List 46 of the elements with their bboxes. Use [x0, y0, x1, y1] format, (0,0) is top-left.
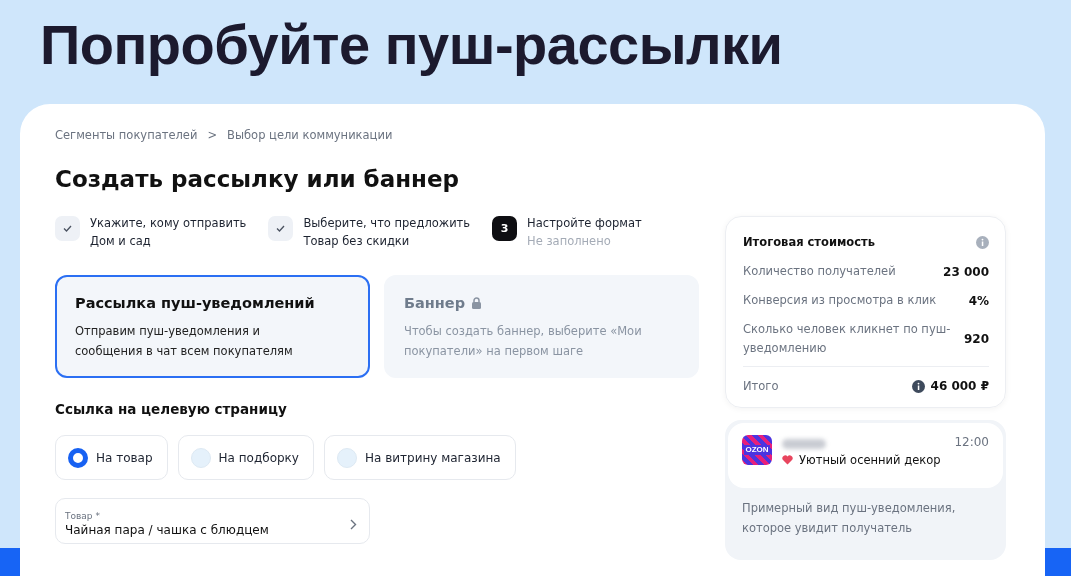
cost-value: 4% — [968, 293, 989, 308]
product-field[interactable]: Товар * Чайная пара / чашка с блюдцем — [55, 498, 370, 544]
format-description: Чтобы создать баннер, выберите «Мои покупатели» на первом шаге — [404, 323, 643, 360]
step-value: Дом и сад — [90, 234, 152, 248]
headline: Попробуйте пуш-рассылки — [39, 12, 784, 78]
cost-label: Сколько человек кликнет по пуш-уведомлению — [743, 321, 952, 357]
step-value: Товар без скидки — [303, 234, 411, 248]
radio-icon[interactable] — [68, 447, 88, 468]
chevron-right-icon — [350, 518, 357, 530]
breadcrumb-separator: > — [207, 128, 218, 142]
format-title: Рассылка пуш-уведомлений — [75, 295, 315, 311]
field-value: Чайная пара / чашка с блюдцем — [65, 523, 270, 537]
format-option-card[interactable]: Рассылка пуш-уведомлений Отправим пуш-уведомления и сообщения в чат всем покупателям — [55, 275, 370, 378]
check-icon — [63, 225, 72, 232]
check-icon — [276, 225, 286, 232]
app-logo: OZON — [742, 435, 772, 465]
step-label: Выберите, что предложить — [303, 216, 471, 230]
notification-time: 12:00 — [954, 435, 989, 451]
format-description: Отправим пуш-уведомления и сообщения в чат всем покупателям — [75, 323, 294, 360]
section-title: Ссылка на целевую страницу — [55, 401, 288, 417]
cost-label: Конверсия из просмотра в клик — [743, 292, 937, 309]
blurred-sender — [782, 439, 826, 449]
heart-icon — [782, 455, 793, 465]
info-icon — [976, 235, 989, 249]
notification-message: Уютный осенний декор — [799, 453, 941, 467]
page-title: Создать рассылку или баннер — [55, 166, 461, 194]
total-label: Итого — [743, 377, 779, 395]
step-label: Укажите, кому отправить — [90, 216, 247, 230]
link-option[interactable]: На витрину магазина — [323, 435, 516, 480]
link-option[interactable]: На товар — [55, 435, 168, 480]
format-option-card[interactable]: Баннер Чтобы создать баннер, выберите «Мои покупатели» на первом шаге — [384, 275, 699, 378]
link-option[interactable]: На подборку — [177, 435, 314, 480]
cost-value: 920 — [963, 332, 989, 346]
cost-value: 23 000 — [943, 264, 989, 279]
format-title: Баннер — [404, 295, 466, 311]
breadcrumb-link[interactable]: Сегменты покупателей — [55, 128, 198, 142]
cost-title: Итоговая стоимость — [743, 235, 876, 249]
step-value: Не заполнено — [527, 234, 612, 248]
total-value: 46 000 ₽ — [930, 379, 989, 393]
step-number: 3 — [492, 216, 518, 241]
cost-label: Количество получателей — [743, 263, 896, 280]
field-label: Товар * — [65, 511, 101, 521]
info-icon — [911, 379, 925, 393]
preview-caption: Примерный вид пуш-уведомления, которое увидит получатель — [741, 500, 957, 537]
step-label: Настройте формат — [527, 216, 642, 230]
breadcrumb-link[interactable]: Выбор цели коммуникации — [227, 128, 393, 142]
